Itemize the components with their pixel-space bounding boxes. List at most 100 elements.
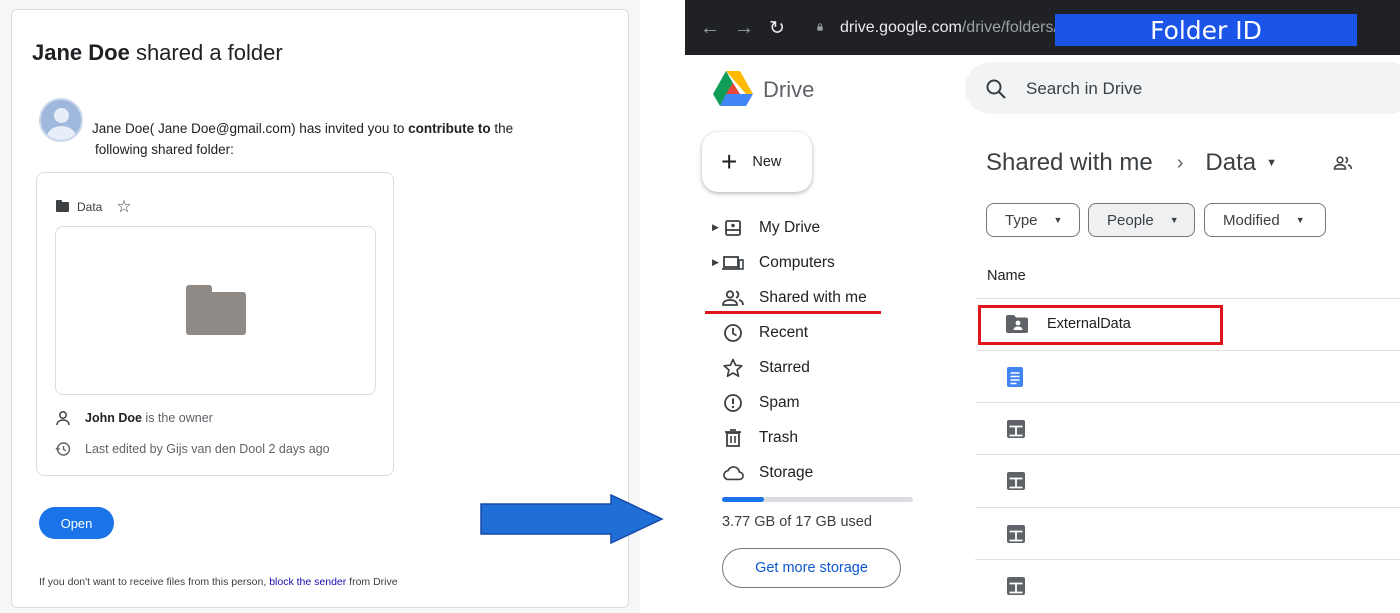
search-bar[interactable]: Search in Drive xyxy=(965,62,1400,114)
open-button[interactable]: Open xyxy=(39,507,114,539)
invite-paren: ( xyxy=(149,121,159,136)
folder-id-label: Folder ID xyxy=(1055,14,1357,46)
dropdown-arrow-icon: ▼ xyxy=(1295,215,1305,225)
sidebar-item-my-drive[interactable]: ▶ My Drive xyxy=(685,210,925,245)
file-row[interactable] xyxy=(975,507,1400,559)
browser-window: ← → ↻ drive.google.com/drive/folders/ Fo… xyxy=(685,0,1400,613)
avatar xyxy=(39,98,83,142)
expand-caret-icon[interactable]: ▶ xyxy=(712,222,719,233)
invite-name: Jane Doe xyxy=(92,121,150,136)
right-arrow-icon xyxy=(480,494,664,544)
sidebar-item-label: Recent xyxy=(759,323,809,341)
sidebar-item-label: Trash xyxy=(759,428,799,446)
folder-icon xyxy=(56,200,69,212)
folder-thumbnail-icon xyxy=(186,285,246,335)
email-footer: If you don't want to receive files from … xyxy=(39,576,398,588)
url-path: /drive/folders/ xyxy=(961,19,1058,36)
block-sender-link[interactable]: block the sender xyxy=(269,576,346,588)
address-bar: ← → ↻ drive.google.com/drive/folders/ Fo… xyxy=(685,0,1400,55)
last-edited-text: Last edited by Gijs van den Dool 2 days … xyxy=(85,442,330,456)
footer-after: from Drive xyxy=(346,576,398,588)
filter-chip-label: Type xyxy=(1005,211,1038,229)
filter-chip-label: Modified xyxy=(1223,211,1280,229)
sidebar-item-computers[interactable]: ▶ Computers xyxy=(685,245,925,280)
sidebar-item-label: Computers xyxy=(759,253,835,271)
invite-text: Jane Doe( Jane Doe@gmail.com) has invite… xyxy=(92,118,592,160)
shared-folder-card[interactable]: Data ☆ John Doe is the owner Last edited… xyxy=(36,172,394,476)
chevron-right-icon: › xyxy=(1176,151,1184,174)
lock-icon xyxy=(817,23,823,31)
url-text[interactable]: drive.google.com/drive/folders/ xyxy=(840,19,1058,37)
dropdown-arrow-icon: ▼ xyxy=(1169,215,1179,225)
sidebar-nav: ▶ My Drive ▶ Computers Shared with me Re… xyxy=(685,210,925,490)
clock-icon xyxy=(722,322,744,344)
page: Jane Doe shared a folder Jane Doe( Jane … xyxy=(0,0,1400,613)
sidebar-item-spam[interactable]: Spam xyxy=(685,385,925,420)
folder-preview[interactable] xyxy=(55,226,376,395)
docs-icon xyxy=(1007,367,1023,387)
sheets-icon xyxy=(1007,420,1025,438)
sidebar-item-starred[interactable]: Starred xyxy=(685,350,925,385)
trash-icon xyxy=(722,427,744,449)
sidebar-item-trash[interactable]: Trash xyxy=(685,420,925,455)
back-icon[interactable]: ← xyxy=(700,17,720,40)
computers-icon xyxy=(722,252,744,274)
sidebar-item-label: Starred xyxy=(759,358,810,376)
last-edited-row: Last edited by Gijs van den Dool 2 days … xyxy=(55,441,330,457)
my-drive-icon xyxy=(722,217,744,239)
sheets-icon xyxy=(1007,525,1025,543)
file-row[interactable] xyxy=(975,559,1400,611)
drive-title: Drive xyxy=(763,77,815,102)
new-button-label: New xyxy=(752,154,782,170)
sidebar-item-label: Shared with me xyxy=(759,288,867,306)
filter-chip-people[interactable]: People ▼ xyxy=(1088,203,1195,237)
invite-email-name: Jane Doe xyxy=(158,121,216,136)
sidebar-item-label: Storage xyxy=(759,463,814,481)
folder-card-header: Data ☆ xyxy=(56,198,132,215)
sidebar-item-recent[interactable]: Recent xyxy=(685,315,925,350)
file-row[interactable] xyxy=(975,350,1400,402)
dropdown-arrow-icon[interactable]: ▼ xyxy=(1266,157,1277,169)
sidebar-item-shared-with-me[interactable]: Shared with me xyxy=(685,280,925,315)
reload-icon[interactable]: ↻ xyxy=(769,17,785,40)
breadcrumb-root[interactable]: Shared with me xyxy=(986,149,1153,177)
cloud-icon xyxy=(722,462,744,484)
sidebar-item-label: My Drive xyxy=(759,218,821,236)
filter-chip-type[interactable]: Type ▼ xyxy=(986,203,1080,237)
expand-caret-icon[interactable]: ▶ xyxy=(712,257,719,268)
star-icon[interactable]: ☆ xyxy=(116,198,131,215)
breadcrumb: Shared with me › Data ▼ xyxy=(986,149,1277,177)
forward-icon[interactable]: → xyxy=(734,17,754,40)
filter-chip-modified[interactable]: Modified ▼ xyxy=(1204,203,1326,237)
column-header-name[interactable]: Name xyxy=(987,268,1026,284)
file-row[interactable] xyxy=(975,454,1400,506)
get-more-storage-button[interactable]: Get more storage xyxy=(722,548,901,588)
footer-before: If you don't want to receive files from … xyxy=(39,576,270,588)
url-host: drive.google.com xyxy=(840,19,962,36)
star-icon xyxy=(722,357,744,379)
plus-icon: + xyxy=(721,146,738,177)
email-title-suffix: shared a folder xyxy=(129,40,283,65)
person-icon xyxy=(56,411,70,426)
search-icon[interactable] xyxy=(985,78,1007,100)
breadcrumb-current[interactable]: Data xyxy=(1205,149,1256,177)
folder-card-name: Data xyxy=(77,200,103,214)
file-row[interactable] xyxy=(975,402,1400,454)
shared-people-icon xyxy=(722,287,744,309)
sidebar-item-storage[interactable]: Storage xyxy=(685,455,925,490)
invite-action: contribute to xyxy=(408,121,491,136)
invite-after: the xyxy=(490,121,514,136)
sidebar-item-label: Spam xyxy=(759,393,800,411)
storage-usage-text: 3.77 GB of 17 GB used xyxy=(722,514,872,530)
spam-icon xyxy=(722,392,744,414)
sheets-icon xyxy=(1007,577,1025,595)
new-button[interactable]: + New xyxy=(702,132,812,192)
highlight-box xyxy=(978,305,1223,345)
history-icon xyxy=(55,442,71,456)
owner-row: John Doe is the owner xyxy=(55,410,213,426)
search-input[interactable]: Search in Drive xyxy=(1026,79,1142,99)
shared-people-icon[interactable] xyxy=(1333,155,1353,171)
email-title: Jane Doe shared a folder xyxy=(32,40,283,66)
dropdown-arrow-icon: ▼ xyxy=(1053,215,1063,225)
filter-chip-label: People xyxy=(1107,211,1154,229)
